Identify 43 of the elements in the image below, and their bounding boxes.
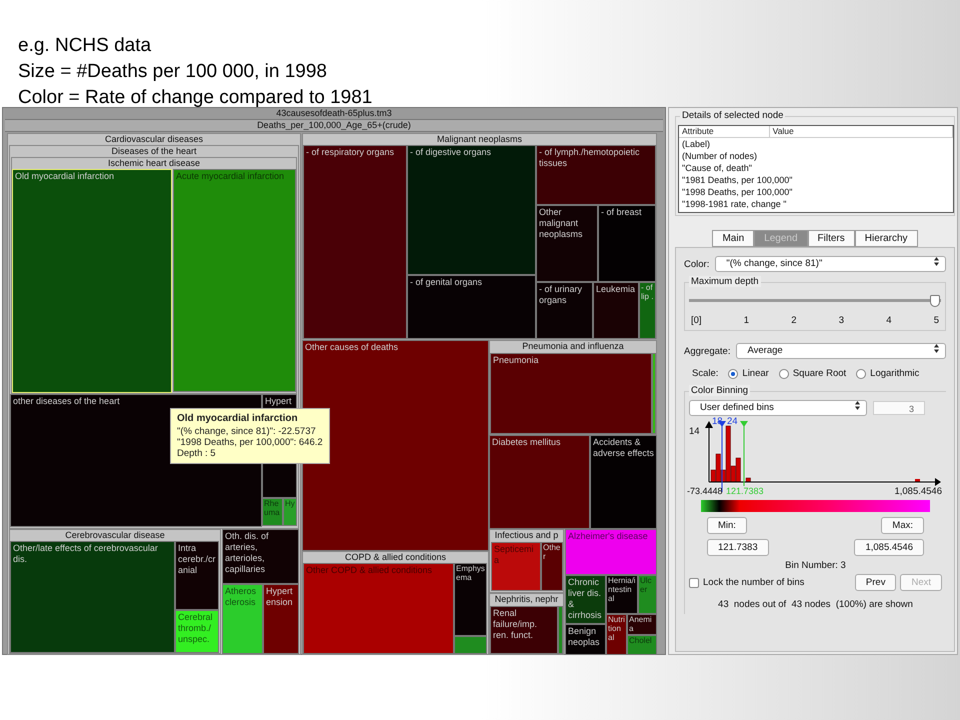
slide-text: e.g. NCHS data: [18, 34, 152, 58]
treemap-subtitle: Deaths_per_100,000_Age_65+(crude): [5, 120, 663, 132]
group-label: Cerebrovascular disease: [64, 530, 166, 541]
group-label: Nephritis, nephr: [494, 594, 560, 605]
table-cell-text: "Cause of, death": [681, 162, 753, 174]
tick-label: [0]: [691, 315, 702, 326]
table-cell-text: (Number of nodes): [681, 150, 758, 162]
axis-label: 1,085.4546: [894, 486, 942, 497]
tooltip-text: Depth : 5: [177, 448, 217, 459]
group-label: Cardiovascular diseases: [104, 134, 204, 145]
marker-label: 24: [727, 416, 738, 427]
table-cell-text: (Label): [681, 138, 712, 150]
field-label: Scale:: [692, 368, 718, 379]
tick-label: 2: [791, 315, 797, 326]
axis-label: -73.4448: [687, 486, 723, 496]
tick-label: 3: [838, 315, 844, 326]
axis-label: 121.7383: [726, 486, 764, 496]
bin-number: Bin Number: 3: [784, 560, 847, 571]
checkbox-label: Lock the number of bins: [703, 577, 804, 588]
status-text: 43 nodes out of 43 nodes (100%) are shown: [717, 599, 914, 610]
column-header: Attribute: [679, 126, 770, 137]
field-label: Color:: [684, 258, 710, 270]
group-label: Infectious and p: [494, 530, 560, 541]
treemap-title: 43causesofdeath-65plus.tm3: [5, 108, 663, 120]
group-label: Diseases of the heart: [110, 146, 198, 157]
group-label: Malignant neoplasms: [436, 134, 524, 145]
group-title: Details of selected node: [680, 110, 786, 121]
slide-text: Size = #Deaths per 100 000, in 1998: [18, 60, 328, 84]
table-cell-text: "1998-1981 rate, change ": [681, 198, 788, 210]
table-cell-text: "1998 Deaths, per 100,000": [681, 186, 794, 198]
table-cell-text: "1981 Deaths, per 100,000": [681, 174, 794, 186]
field-label: Aggregate:: [684, 346, 730, 356]
tick-label: 1: [744, 315, 750, 326]
group-title: Maximum depth: [689, 276, 761, 287]
column-header: Value: [770, 126, 953, 137]
slide-text: Color = Rate of change compared to 1981: [18, 86, 374, 110]
axis-label: 14: [689, 426, 700, 437]
group-label: COPD & allied conditions: [344, 552, 448, 563]
tick-label: 4: [886, 315, 892, 326]
tick-label: 5: [934, 315, 939, 326]
group-title: Color Binning: [689, 385, 750, 396]
group-label: Pneumonia and influenza: [521, 341, 625, 352]
group-label: Ischemic heart disease: [106, 158, 202, 169]
